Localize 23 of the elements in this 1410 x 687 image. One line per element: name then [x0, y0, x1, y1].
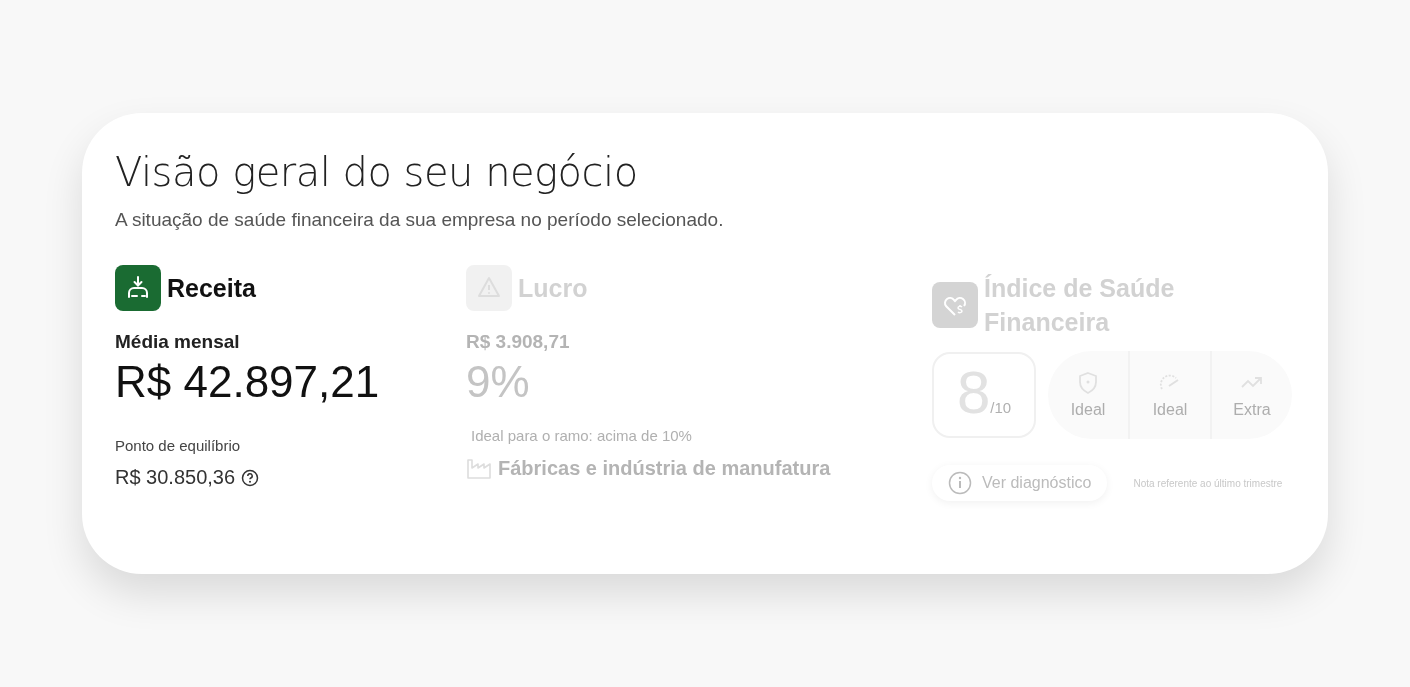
profit-value: R$ 3.908,71 — [466, 331, 571, 353]
indicator-label: Ideal — [1070, 401, 1106, 419]
indicator-label: Ideal — [1152, 401, 1188, 419]
monthly-average-value: R$ 42.897,21 — [115, 357, 381, 407]
profit-percent: 9% — [466, 357, 531, 407]
monthly-average-label: Média mensal — [115, 331, 241, 353]
page-subtitle: A situação de saúde financeira da sua empresa no período selecionado. — [115, 209, 725, 231]
breakeven-label: Ponto de equilíbrio — [115, 437, 242, 454]
help-icon[interactable] — [241, 468, 260, 487]
warning-icon — [466, 265, 512, 311]
score-max: /10 — [990, 399, 1012, 416]
info-icon — [948, 471, 972, 495]
factory-icon — [466, 456, 492, 480]
industry-name: Fábricas e indústria de manufatura — [498, 456, 831, 480]
indicator-label: Extra — [1233, 401, 1271, 419]
revenue-icon — [115, 265, 161, 311]
view-diagnosis-button[interactable]: Ver diagnóstico — [932, 465, 1108, 501]
industry-ideal-text: Ideal para o ramo: acima de 10% — [470, 427, 693, 444]
revenue-title: Receita — [167, 273, 256, 303]
breakeven-value: R$ 30.850,36 — [115, 466, 236, 489]
shield-icon — [1076, 371, 1100, 395]
heart-money-icon — [932, 282, 978, 328]
page-title: Visão geral do seu negócio — [115, 149, 639, 195]
